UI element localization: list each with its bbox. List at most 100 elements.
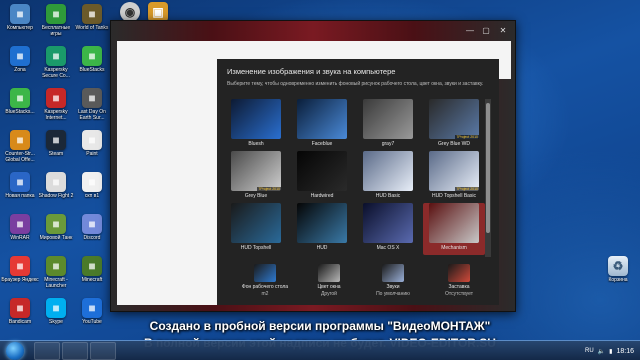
desktop-shortcut-label: Мировой Танк [39,235,73,241]
desktop-shortcut-label: Браузер Яндекс [1,277,39,283]
desktop-shortcut[interactable]: ■ Minecraft [74,256,110,283]
theme-list-scrollbar[interactable] [485,99,491,257]
computer-icon: ■ [10,4,30,24]
desktop-shortcut[interactable]: ■ Браузер Яндекс [1,256,39,283]
desktop-shortcut-label: Paint [86,151,98,157]
kaspersky-icon: ■ [46,88,66,108]
theme-tile[interactable]: Mechanism [423,203,485,255]
theme-tile[interactable]: Hardwired [291,151,353,203]
desktop-shortcut[interactable]: ■ Skype [38,298,74,325]
taskbar-explorer-button[interactable] [90,342,116,360]
close-button[interactable]: ✕ [495,24,511,36]
desktop-shortcut[interactable]: ■ Компьютер [2,4,38,31]
taskbar-ie-button[interactable] [34,342,60,360]
desktop-shortcut[interactable]: ■ Shadow Fight 2 [38,172,74,199]
personalization-window: — ▢ ✕ Изменение изображения и звука на к… [110,20,516,312]
desktop-shortcut[interactable]: ■ скп в1 [74,172,110,199]
desktop-shortcut[interactable]: ■ Новая папка [2,172,38,199]
desktop-shortcut-label: Last Day On Earth Sur... [78,109,106,121]
theme-name: Bluesh [248,141,264,147]
theme-name: HUD [316,245,328,251]
desktop-shortcut[interactable]: ■ World of Tanks [74,4,110,31]
window-titlebar[interactable]: — ▢ ✕ [111,21,515,41]
volume-icon[interactable]: 🔈 [598,348,605,355]
desktop-shortcut[interactable]: ■ Last Day On Earth Sur... [74,88,110,121]
theme-name: HUD Topshell Basic [431,193,477,199]
desktop-shortcut[interactable]: ▣ [140,2,176,22]
theme-name: Grey Blue WD [438,141,470,147]
setting-value: Другой [321,291,337,297]
zona-icon: ■ [10,46,30,66]
desktop-shortcut[interactable]: ■ WinRAR [2,214,38,241]
taskbar-app-button[interactable] [62,342,88,360]
csgo-icon: ■ [10,130,30,150]
theme-tile[interactable]: HUD [291,203,353,255]
recycle-bin-icon: ♻ [608,256,628,276]
program-icon: ▣ [148,2,168,22]
personalization-setting[interactable]: Заставка Отсутствует [429,264,489,304]
desktop-shortcut-label: Bandicam [8,319,32,325]
scrollbar-thumb[interactable] [486,103,490,233]
desktop-shortcut[interactable]: ■ Steam [38,130,74,157]
desktop-shortcut[interactable]: ■ Counter-Str... Global Offe... [2,130,38,163]
theme-name: Mechanism [441,245,467,251]
desktop-shortcut[interactable]: ■ Zona [2,46,38,73]
theme-preview [363,151,413,191]
help-icon: ■ [10,172,30,192]
theme-preview [363,99,413,139]
desktop-shortcut[interactable]: ■ Kaspersky Secure Co... [38,46,74,79]
theme-tile[interactable]: HUD Basic [357,151,419,203]
minimize-button[interactable]: — [463,24,477,36]
kaspersky-icon: ■ [46,46,66,66]
theme-preview [231,203,281,243]
theme-name: Hardwired [310,193,334,199]
desktop-shortcut[interactable]: ■ Discord [74,214,110,241]
bluestacks-icon: ■ [82,46,102,66]
clock[interactable]: 18:16 [616,348,634,355]
network-icon[interactable]: ▮ [609,348,612,355]
desktop-shortcut[interactable]: ■ Minecraft - Launcher [38,256,74,289]
desktop-shortcut-label: Kaspersky Secure Co... [42,67,70,79]
system-tray: RU 🔈 ▮ 18:16 [585,341,634,360]
theme-tile[interactable]: Bluesh [225,99,287,151]
desktop-shortcut[interactable]: ■ Paint [74,130,110,157]
theme-tile[interactable]: Mac OS X [357,203,419,255]
skype-icon: ■ [46,298,66,318]
theme-preview [429,99,479,139]
minecraft-icon: ■ [82,256,102,276]
theme-tile[interactable]: Faceblue [291,99,353,151]
language-indicator[interactable]: RU [585,348,594,354]
desktop-shortcut[interactable]: ■ BlueStacks [74,46,110,73]
personalization-settings-row: Фон рабочего стола m2 Цвет окна Другой Звуки… [217,264,499,304]
desktop-shortcut[interactable]: ■ Бесплатные игры [38,4,74,37]
paint-icon: ■ [82,130,102,150]
desktop-shortcut-label: Новая папка [5,193,35,199]
personalization-setting[interactable]: Звуки По умолчанию [363,264,423,304]
recycle-bin[interactable]: ♻ Корзина [600,256,636,283]
maximize-button[interactable]: ▢ [479,24,493,36]
personalization-setting[interactable]: Цвет окна Другой [299,264,359,304]
desktop-shortcut-label: скп в1 [84,193,100,199]
desktop-shortcut-label: Бесплатные игры [41,25,71,37]
theme-tile[interactable]: HUD Topshell [225,203,287,255]
theme-tile[interactable]: Grey Blue WD 7Project 2010 [423,99,485,151]
window-color-icon [318,264,340,282]
start-button[interactable] [6,342,24,360]
desktop-shortcut[interactable]: ■ Bandicam [2,298,38,325]
theme-name: Faceblue [311,141,333,147]
desktop-shortcut[interactable]: ■ Мировой Танк [38,214,74,241]
taskbar: RU 🔈 ▮ 18:16 [0,340,640,360]
desktop-shortcut[interactable]: ■ YouTube [74,298,110,325]
theme-tile[interactable]: HUD Topshell Basic 7Project 2010 [423,151,485,203]
media-player-icon: ◉ [120,2,140,22]
bluestacks-icon: ■ [10,88,30,108]
setting-label: Заставка [448,284,470,290]
theme-tile[interactable]: gray7 [357,99,419,151]
theme-preview [297,203,347,243]
theme-tile[interactable]: Grey Blue 7Project 2010 [225,151,287,203]
personalization-setting[interactable]: Фон рабочего стола m2 [235,264,295,304]
sounds-icon [382,264,404,282]
desktop-shortcut[interactable]: ■ BlueStacks... [2,88,38,115]
desktop-shortcut[interactable]: ■ Kaspersky Internet... [38,88,74,121]
document-icon: ■ [82,172,102,192]
